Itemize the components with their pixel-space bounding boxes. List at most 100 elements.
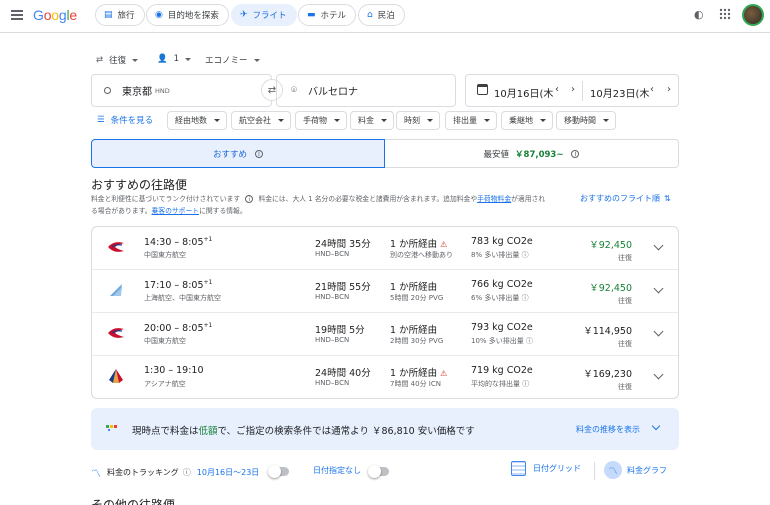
info-icon[interactable]: ⓘ: [522, 380, 529, 388]
flight-row[interactable]: 20:00 – 8:05+1 中国東方航空 19時間 5分 HND–BCN 1 …: [92, 313, 678, 356]
price-type: 往復: [618, 297, 632, 305]
depart-prev-icon[interactable]: ‹: [555, 84, 559, 95]
co2-value: 793 kg CO2e: [471, 322, 533, 333]
price-insight-icon: [106, 423, 120, 433]
assistance-note: に関する情報。: [199, 207, 247, 215]
dark-mode-icon[interactable]: ◐: [694, 8, 704, 21]
trip-type-select[interactable]: ⇄ 往復: [96, 54, 139, 66]
explore-icon: ◉: [155, 10, 163, 20]
date-grid-label: 日付グリッド: [533, 464, 581, 473]
info-icon[interactable]: ⓘ: [522, 294, 529, 302]
apps-icon[interactable]: [719, 8, 731, 20]
airline-name: 上海航空、中国東方航空: [144, 294, 221, 302]
next-day-marker: +1: [203, 279, 213, 286]
trend-icon: 〽: [91, 469, 101, 480]
chip-flights[interactable]: ✈ フライト: [231, 4, 297, 26]
china-eastern-logo-icon: [108, 328, 124, 338]
return-next-icon[interactable]: ›: [667, 84, 671, 95]
filter-duration-label: 移動時間: [564, 116, 596, 125]
tab-recommended[interactable]: おすすめ i: [91, 139, 385, 168]
sort-button[interactable]: おすすめのフライト順 ⇅: [580, 193, 671, 204]
account-avatar[interactable]: [742, 4, 764, 26]
passengers-value: 1: [173, 54, 180, 64]
flight-results-list: 14:30 – 8:05+1 中国東方航空 24時間 35分 HND–BCN 1…: [91, 226, 679, 399]
price-tracking-label: 料金のトラッキング: [107, 468, 179, 477]
duration: 19時間 5分: [315, 325, 365, 336]
expand-chevron-icon[interactable]: [653, 326, 664, 337]
price-history-link[interactable]: 料金の推移を表示: [576, 424, 640, 435]
depart-date[interactable]: 10月16日(木: [494, 85, 553, 100]
tab-cheapest-price: ￥87,093~: [515, 149, 564, 160]
insight-text-start: 現時点で料金は: [132, 426, 199, 437]
chip-travel[interactable]: ▤ 旅行: [95, 4, 145, 26]
filter-duration[interactable]: 移動時間: [556, 111, 616, 130]
expand-chevron-icon[interactable]: [653, 283, 664, 294]
info-icon[interactable]: i: [255, 149, 263, 158]
filter-airlines-label: 航空会社: [239, 116, 271, 125]
expand-chevron-icon[interactable]: [653, 240, 664, 251]
expand-chevron-icon[interactable]: [651, 421, 661, 431]
flight-row[interactable]: 17:10 – 8:05+1 上海航空、中国東方航空 21時間 55分 HND–…: [92, 270, 678, 313]
price-graph-label: 料金グラフ: [627, 465, 667, 475]
track-dates-toggle[interactable]: [268, 465, 289, 478]
passengers-select[interactable]: 👤 1: [157, 54, 192, 64]
filter-bags[interactable]: 手荷物: [295, 111, 347, 130]
filter-airlines[interactable]: 航空会社: [231, 111, 291, 130]
passenger-assistance-link[interactable]: 乗客のサポート: [152, 207, 200, 215]
route: HND–BCN: [315, 379, 350, 387]
stops: 1 か所経由: [390, 282, 438, 293]
price-value: ￥169,230: [583, 369, 632, 380]
destination-value: バルセロナ: [308, 87, 358, 98]
date-divider: [582, 81, 583, 101]
tab-recommended-label: おすすめ: [212, 149, 247, 160]
filter-price[interactable]: 料金: [350, 111, 394, 130]
info-icon[interactable]: i: [245, 195, 254, 203]
return-prev-icon[interactable]: ‹: [650, 84, 654, 95]
filter-connecting-airports[interactable]: 乗継地: [501, 111, 553, 130]
menu-icon[interactable]: [11, 10, 23, 20]
next-day-marker: +1: [203, 322, 213, 329]
flight-row[interactable]: 14:30 – 8:05+1 中国東方航空 24時間 35分 HND–BCN 1…: [92, 227, 678, 270]
cabin-class-select[interactable]: エコノミー: [205, 54, 260, 66]
co2-note: 平均的な排出量: [471, 380, 520, 388]
expand-chevron-icon[interactable]: [653, 369, 664, 380]
date-range-field[interactable]: 10月16日(木 ‹ › 10月23日(木 ‹ ›: [465, 74, 679, 107]
info-icon[interactable]: ⓘ: [526, 337, 533, 345]
ranking-note: 料金と利便性に基づいてランク付けされています: [91, 195, 241, 203]
google-logo[interactable]: Google: [33, 7, 77, 23]
chip-explore[interactable]: ◉ 目的地を探索: [146, 4, 229, 26]
tracking-dates: 10月16日～23日: [196, 468, 260, 477]
chip-hotels[interactable]: ▬ ホテル: [298, 4, 357, 26]
chip-vacation-rentals[interactable]: ⌂ 民泊: [358, 4, 405, 26]
next-day-marker: +1: [203, 236, 213, 243]
price-type: 往復: [618, 383, 632, 391]
price-insight-text: 現時点で料金は低額で、ご指定の検索条件では通常より ￥86,810 安い価格です: [132, 423, 475, 437]
all-filters-button[interactable]: ☰ 条件を見る: [97, 114, 153, 126]
info-icon[interactable]: ⓘ: [183, 467, 191, 478]
return-date[interactable]: 10月23日(木: [590, 85, 649, 100]
filter-times[interactable]: 時刻: [396, 111, 440, 130]
flight-row[interactable]: 1:30 – 19:10 アシアナ航空 24時間 40分 HND–BCN 1 か…: [92, 356, 678, 399]
price-graph-button[interactable]: 〽 料金グラフ: [604, 461, 667, 479]
filter-stops[interactable]: 経由地数: [167, 111, 227, 130]
location-pin-icon: ⌾: [291, 85, 297, 96]
chip-travel-label: 旅行: [117, 11, 135, 21]
baggage-fees-link[interactable]: 手荷物料金: [477, 195, 511, 203]
any-dates-toggle[interactable]: [368, 465, 389, 478]
filter-emissions-label: 排出量: [453, 116, 477, 125]
route: HND–BCN: [315, 250, 350, 258]
info-icon[interactable]: i: [571, 149, 580, 158]
info-icon[interactable]: ⓘ: [522, 251, 529, 259]
destination-field[interactable]: ⌾ バルセロナ: [276, 74, 456, 107]
tab-cheapest[interactable]: 最安値 ￥87,093~ i: [385, 139, 679, 168]
origin-field[interactable]: 東京都 HND: [91, 74, 272, 107]
stop-detail: 7時間 40分 ICN: [390, 380, 441, 388]
flight-times: 1:30 – 19:10: [144, 365, 204, 376]
date-grid-button[interactable]: 日付グリッド: [511, 461, 581, 476]
stops: 1 か所経由: [390, 239, 438, 250]
filter-emissions[interactable]: 排出量: [445, 111, 497, 130]
origin-value: 東京都: [122, 87, 152, 98]
depart-next-icon[interactable]: ›: [571, 84, 575, 95]
price-tracking: 〽 料金のトラッキング ⓘ 10月16日～23日: [91, 465, 259, 480]
bed-icon: ▬: [307, 10, 316, 20]
